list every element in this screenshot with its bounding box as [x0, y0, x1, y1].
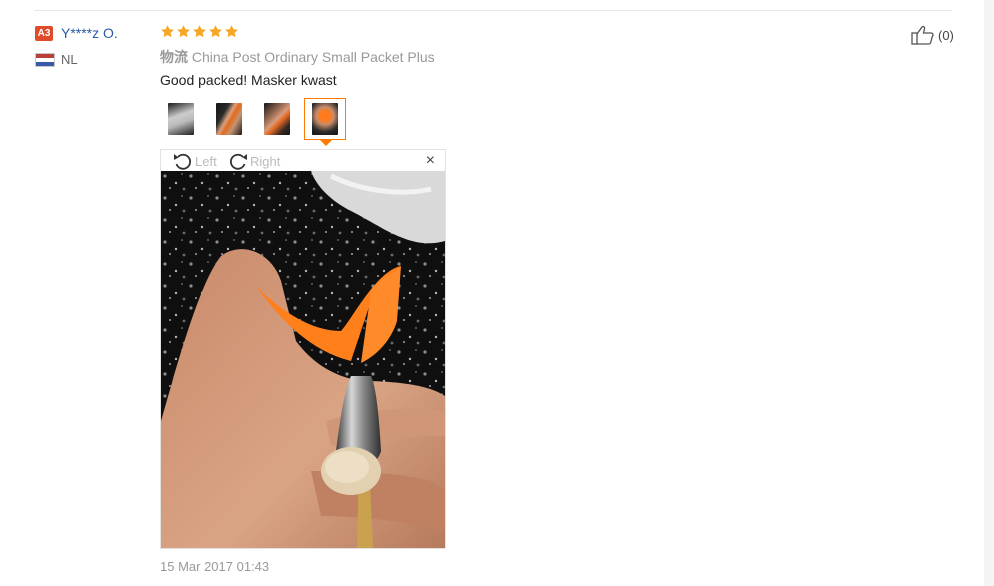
- separator-line: [34, 10, 952, 11]
- rotate-right-label: Right: [250, 153, 281, 169]
- logistics-info: 物流 China Post Ordinary Small Packet Plus: [160, 47, 435, 67]
- netherlands-flag-icon: [35, 53, 55, 67]
- thumbs-up-icon: [911, 25, 934, 45]
- reviewer-name[interactable]: Y****z O.: [61, 25, 118, 41]
- logistics-label: 物流: [160, 49, 188, 65]
- rotate-left-button[interactable]: Left: [172, 151, 217, 171]
- logistics-carrier: China Post Ordinary Small Packet Plus: [191, 49, 435, 65]
- review-text: Good packed! Masker kwast: [160, 72, 337, 88]
- photo-viewer: Left Right ×: [160, 149, 446, 549]
- star-icon: [161, 25, 174, 38]
- rotate-left-label: Left: [195, 153, 217, 169]
- photo-thumbnail[interactable]: [256, 98, 298, 140]
- photo-thumbnails: [160, 98, 352, 146]
- helpful-count: (0): [938, 27, 954, 43]
- helpful-button[interactable]: (0): [911, 25, 954, 45]
- brush-photo-image: [161, 171, 445, 548]
- star-icon: [193, 25, 206, 38]
- brush-photo-thumbnail-icon: [168, 103, 194, 135]
- star-icon: [225, 25, 238, 38]
- viewer-toolbar: Left Right ×: [161, 150, 445, 171]
- review-photo: [161, 171, 445, 548]
- rotate-left-icon: [174, 153, 192, 170]
- brush-photo-thumbnail-icon: [264, 103, 290, 135]
- brush-photo-thumbnail-icon: [312, 103, 338, 135]
- rotate-right-icon: [229, 153, 247, 170]
- review-datetime: 15 Mar 2017 01:43: [160, 559, 270, 574]
- buyer-level-badge: A3: [35, 26, 53, 41]
- star-rating: [160, 24, 239, 39]
- rotate-right-button[interactable]: Right: [227, 151, 280, 171]
- reviewer-country: NL: [61, 52, 78, 67]
- photo-thumbnail[interactable]: [208, 98, 250, 140]
- scrollbar[interactable]: [984, 0, 994, 586]
- close-viewer-button[interactable]: ×: [426, 151, 435, 171]
- photo-thumbnail-active[interactable]: [304, 98, 346, 146]
- star-icon: [177, 25, 190, 38]
- photo-thumbnail[interactable]: [160, 98, 202, 140]
- star-icon: [209, 25, 222, 38]
- brush-photo-thumbnail-icon: [216, 103, 242, 135]
